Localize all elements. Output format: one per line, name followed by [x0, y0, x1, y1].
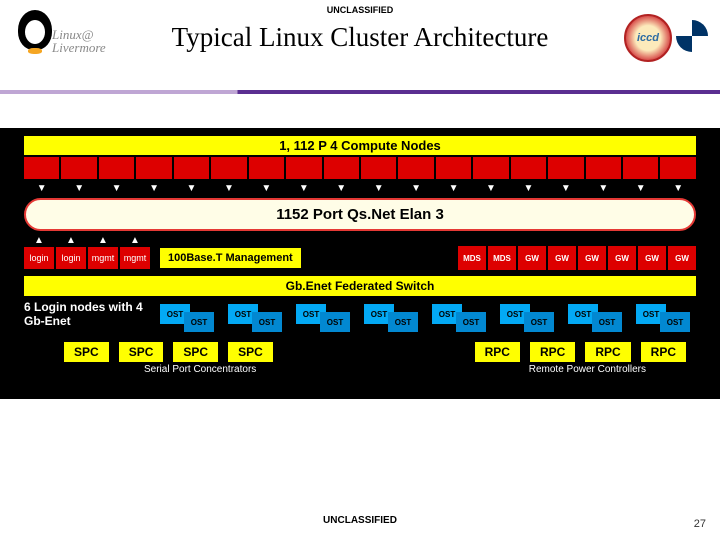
compute-node — [324, 157, 359, 179]
connector-icon: ▼ — [548, 183, 583, 194]
login-note: 6 Login nodes with 4 Gb-Enet — [24, 300, 154, 328]
ost-node: OST — [388, 312, 418, 332]
connector-icon: ▼ — [174, 183, 209, 194]
gw-node: GW — [608, 246, 636, 270]
spc-unit: SPC — [119, 342, 164, 362]
rpc-unit: RPC — [475, 342, 520, 362]
mds-node: MDS — [488, 246, 516, 270]
connector-icon: ▲ — [120, 235, 150, 246]
login-node: mgmt — [88, 247, 118, 269]
login-node: mgmt — [120, 247, 150, 269]
cluster-diagram: 1, 112 P 4 Compute Nodes ▼▼▼▼▼▼▼▼▼▼▼▼▼▼▼… — [0, 128, 720, 399]
compute-node-row — [24, 157, 696, 179]
connector-icon: ▼ — [324, 183, 359, 194]
connector-icon: ▼ — [24, 183, 59, 194]
rpc-unit: RPC — [530, 342, 575, 362]
compute-node — [586, 157, 621, 179]
login-mgmt-row: loginloginmgmtmgmt 100Base.T Management … — [24, 246, 696, 270]
service-nodes: MDSMDSGWGWGWGWGWGW — [458, 246, 696, 270]
iccd-seal-icon: iccd — [624, 14, 672, 62]
compute-node — [99, 157, 134, 179]
login-nodes: loginloginmgmtmgmt — [24, 247, 150, 269]
connector-icon: ▼ — [398, 183, 433, 194]
compute-node — [136, 157, 171, 179]
caption-row: Serial Port Concentrators Remote Power C… — [24, 364, 696, 375]
bottom-controllers: SPC SPC SPC SPC RPC RPC RPC RPC — [24, 342, 696, 362]
gw-node: GW — [518, 246, 546, 270]
compute-node — [436, 157, 471, 179]
fabric-switch: 1152 Port Qs.Net Elan 3 — [24, 198, 696, 231]
connector-icon: ▲ — [88, 235, 118, 246]
spc-row: SPC SPC SPC SPC — [64, 342, 273, 362]
classification-top: UNCLASSIFIED — [0, 5, 720, 15]
ost-nodes: OSTOSTOSTOSTOSTOSTOSTOSTOSTOSTOSTOSTOSTO… — [160, 304, 696, 324]
header-divider — [0, 90, 720, 94]
gw-node: GW — [578, 246, 606, 270]
mgmt-network-band: 100Base.T Management — [160, 248, 301, 268]
connector-icon: ▼ — [286, 183, 321, 194]
connector-icon: ▼ — [623, 183, 658, 194]
gw-node: GW — [638, 246, 666, 270]
login-node: login — [56, 247, 86, 269]
connector-icon: ▲ — [56, 235, 86, 246]
llnl-logo-icon — [676, 20, 708, 52]
connector-icon: ▼ — [473, 183, 508, 194]
ost-node: OST — [252, 312, 282, 332]
connector-icon: ▼ — [436, 183, 471, 194]
gw-node: GW — [668, 246, 696, 270]
connector-icon: ▼ — [61, 183, 96, 194]
compute-connectors: ▼▼▼▼▼▼▼▼▼▼▼▼▼▼▼▼▼▼ — [24, 183, 696, 194]
connector-icon: ▼ — [361, 183, 396, 194]
login-connectors: ▲ ▲ ▲ ▲ — [24, 235, 696, 246]
compute-node — [660, 157, 695, 179]
federated-switch: Gb.Enet Federated Switch — [24, 276, 696, 296]
compute-node — [548, 157, 583, 179]
page-number: 27 — [694, 518, 706, 530]
connector-icon: ▲ — [24, 235, 54, 246]
spc-caption: Serial Port Concentrators — [144, 364, 256, 375]
rpc-unit: RPC — [585, 342, 630, 362]
page-title: Typical Linux Cluster Architecture — [0, 22, 720, 53]
ost-node: OST — [660, 312, 690, 332]
connector-icon: ▼ — [136, 183, 171, 194]
spc-unit: SPC — [64, 342, 109, 362]
mid-row: 6 Login nodes with 4 Gb-Enet OSTOSTOSTOS… — [24, 300, 696, 328]
classification-bottom: UNCLASSIFIED — [0, 515, 720, 526]
rpc-unit: RPC — [641, 342, 686, 362]
login-node: login — [24, 247, 54, 269]
compute-node — [24, 157, 59, 179]
connector-icon: ▼ — [586, 183, 621, 194]
connector-icon: ▼ — [660, 183, 695, 194]
connector-icon: ▼ — [99, 183, 134, 194]
connector-icon: ▼ — [249, 183, 284, 194]
gw-node: GW — [548, 246, 576, 270]
connector-icon: ▼ — [511, 183, 546, 194]
ost-node: OST — [320, 312, 350, 332]
compute-node — [361, 157, 396, 179]
rpc-row: RPC RPC RPC RPC — [475, 342, 686, 362]
compute-node — [174, 157, 209, 179]
spc-unit: SPC — [173, 342, 218, 362]
compute-node — [249, 157, 284, 179]
compute-node — [398, 157, 433, 179]
spc-unit: SPC — [228, 342, 273, 362]
compute-node — [286, 157, 321, 179]
ost-node: OST — [592, 312, 622, 332]
ost-node: OST — [524, 312, 554, 332]
compute-node — [623, 157, 658, 179]
rpc-caption: Remote Power Controllers — [529, 364, 646, 375]
compute-node — [211, 157, 246, 179]
compute-node — [473, 157, 508, 179]
mds-node: MDS — [458, 246, 486, 270]
connector-icon: ▼ — [211, 183, 246, 194]
compute-header: 1, 112 P 4 Compute Nodes — [24, 136, 696, 155]
ost-node: OST — [184, 312, 214, 332]
ost-node: OST — [456, 312, 486, 332]
compute-node — [61, 157, 96, 179]
compute-node — [511, 157, 546, 179]
slide-header: UNCLASSIFIED Linux@ Livermore Typical Li… — [0, 0, 720, 72]
